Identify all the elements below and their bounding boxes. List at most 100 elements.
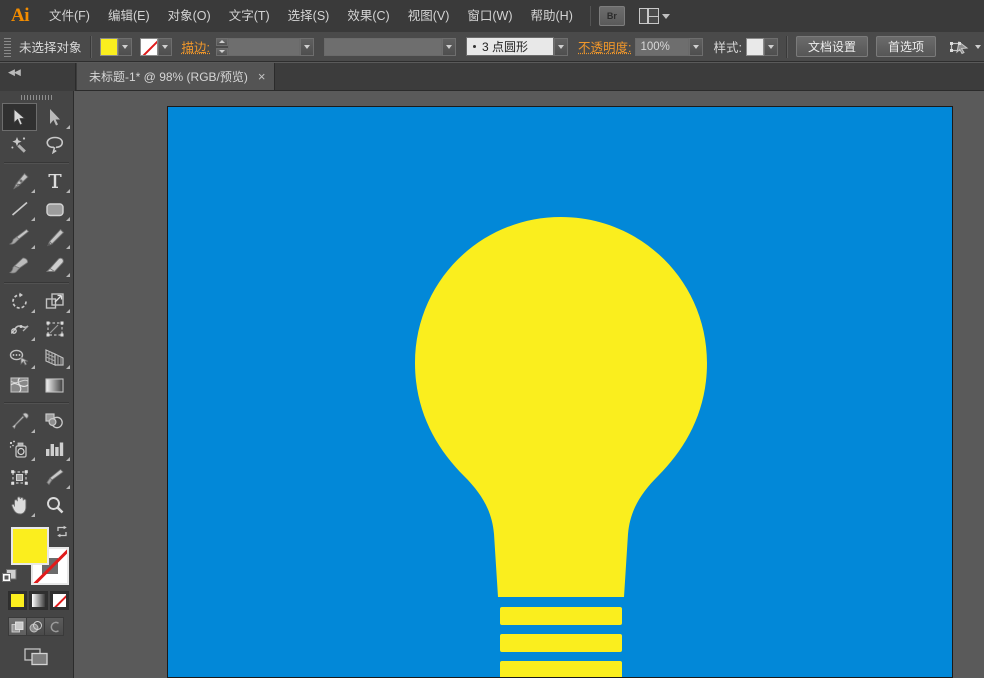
stroke-swatch-none[interactable] — [140, 38, 158, 56]
draw-behind-mode-button[interactable] — [27, 618, 45, 635]
eraser-tool[interactable] — [37, 251, 72, 279]
brush-definition-field[interactable]: 3 点圆形 — [466, 37, 554, 56]
menu-type[interactable]: 文字(T) — [220, 0, 279, 32]
stroke-weight-field[interactable] — [228, 38, 300, 56]
slice-tool[interactable] — [37, 463, 72, 491]
document-tab[interactable]: 未标题-1* @ 98% (RGB/预览) × — [77, 63, 275, 90]
fill-gradient-mode-button[interactable] — [29, 591, 48, 610]
line-segment-tool[interactable] — [2, 195, 37, 223]
graphic-style-swatch[interactable] — [746, 38, 764, 56]
lightbulb-illustration[interactable] — [168, 107, 953, 678]
style-label: 样式: — [713, 37, 741, 56]
menu-object[interactable]: 对象(O) — [159, 0, 220, 32]
toolbox-grip[interactable] — [0, 91, 73, 103]
scale-tool[interactable] — [37, 287, 72, 315]
direct-selection-tool[interactable] — [37, 103, 72, 131]
graphic-style-control[interactable] — [746, 38, 778, 56]
type-tool[interactable] — [37, 167, 72, 195]
panel-collapse-zone[interactable]: ◀◀ — [0, 63, 76, 91]
menu-file[interactable]: 文件(F) — [40, 0, 99, 32]
document-tab-title: 未标题-1* @ 98% (RGB/预览) — [89, 68, 248, 85]
stepper-down-icon[interactable] — [216, 48, 228, 56]
graphic-style-dropdown[interactable] — [764, 38, 778, 56]
scale-icon — [45, 292, 65, 311]
column-graph-tool[interactable] — [37, 435, 72, 463]
stepper-up-icon[interactable] — [216, 38, 228, 46]
artboard[interactable] — [167, 106, 953, 678]
tool-flyout-indicator — [66, 273, 70, 277]
opacity-link-label[interactable]: 不透明度: — [578, 37, 631, 56]
mesh-tool[interactable] — [2, 371, 37, 399]
stroke-dropdown-button[interactable] — [158, 38, 172, 56]
lasso-tool[interactable] — [37, 131, 72, 159]
opacity-field[interactable]: 100% — [635, 38, 689, 56]
document-setup-button[interactable]: 文档设置 — [796, 36, 868, 57]
fill-control[interactable] — [100, 38, 132, 56]
control-bar-grip[interactable] — [3, 36, 13, 58]
stroke-profile-field[interactable] — [324, 38, 442, 56]
shape-builder-tool[interactable] — [2, 343, 37, 371]
brush-definition-dropdown[interactable] — [554, 38, 568, 56]
blob-brush-tool[interactable] — [2, 251, 37, 279]
tool-flyout-indicator — [31, 429, 35, 433]
pencil-tool[interactable] — [37, 223, 72, 251]
swap-fill-stroke-icon[interactable] — [55, 525, 69, 539]
stroke-profile-control[interactable] — [324, 38, 456, 56]
tool-group-selection — [2, 103, 73, 159]
perspective-grid-tool[interactable] — [37, 343, 72, 371]
menu-view[interactable]: 视图(V) — [399, 0, 459, 32]
opacity-dropdown[interactable] — [689, 38, 703, 56]
menu-effect[interactable]: 效果(C) — [338, 0, 398, 32]
stroke-weight-stepper[interactable] — [216, 38, 228, 56]
artboard-tool[interactable] — [2, 463, 37, 491]
collapse-panel-icon[interactable]: ◀◀ — [8, 67, 20, 77]
width-tool[interactable] — [2, 315, 37, 343]
menu-help[interactable]: 帮助(H) — [522, 0, 582, 32]
draw-normal-mode-button[interactable] — [9, 618, 27, 635]
fill-color-mode-button[interactable] — [8, 591, 27, 610]
symbol-sprayer-tool[interactable] — [2, 435, 37, 463]
default-fill-stroke-icon[interactable] — [2, 569, 17, 584]
selection-tool[interactable] — [2, 103, 37, 131]
selection-status-label: 未选择对象 — [19, 37, 82, 56]
stroke-color-control[interactable] — [140, 38, 172, 56]
control-divider-2 — [786, 36, 788, 58]
menu-edit[interactable]: 编辑(E) — [99, 0, 159, 32]
eyedropper-tool[interactable] — [2, 407, 37, 435]
menu-window[interactable]: 窗口(W) — [458, 0, 521, 32]
hand-tool[interactable] — [2, 491, 37, 519]
gradient-tool[interactable] — [37, 371, 72, 399]
perspective-grid-icon — [44, 348, 65, 367]
stroke-link-label[interactable]: 描边: — [182, 37, 210, 56]
opacity-control[interactable]: 100% — [635, 38, 703, 56]
brush-definition-control[interactable]: 3 点圆形 — [466, 37, 568, 56]
stroke-profile-dropdown[interactable] — [442, 38, 456, 56]
tool-flyout-indicator — [66, 309, 70, 313]
preferences-button[interactable]: 首选项 — [876, 36, 936, 57]
rotate-tool[interactable] — [2, 287, 37, 315]
magic-wand-tool[interactable] — [2, 131, 37, 159]
menu-select[interactable]: 选择(S) — [279, 0, 339, 32]
bridge-icon[interactable]: Br — [599, 6, 625, 26]
stroke-weight-dropdown[interactable] — [300, 38, 314, 56]
arrange-documents-button[interactable] — [639, 8, 670, 24]
free-transform-tool[interactable] — [37, 315, 72, 343]
zoom-tool[interactable] — [37, 491, 72, 519]
shape-builder-icon — [9, 348, 30, 367]
fill-color-swatch[interactable] — [11, 527, 49, 565]
pen-tool[interactable] — [2, 167, 37, 195]
change-screen-mode-button[interactable] — [24, 648, 50, 666]
canvas-area[interactable] — [75, 91, 984, 678]
paintbrush-tool[interactable] — [2, 223, 37, 251]
transform-align-button[interactable] — [950, 39, 981, 55]
rectangle-tool[interactable] — [37, 195, 72, 223]
close-icon[interactable]: × — [258, 71, 266, 83]
fill-swatch[interactable] — [100, 38, 118, 56]
fill-none-mode-button[interactable] — [50, 591, 69, 610]
blend-tool[interactable] — [37, 407, 72, 435]
drawing-mode-buttons — [8, 617, 64, 636]
tool-divider-2 — [4, 282, 69, 284]
stroke-weight-control[interactable] — [228, 38, 314, 56]
fill-dropdown-button[interactable] — [118, 38, 132, 56]
draw-inside-mode-button[interactable] — [45, 618, 63, 635]
